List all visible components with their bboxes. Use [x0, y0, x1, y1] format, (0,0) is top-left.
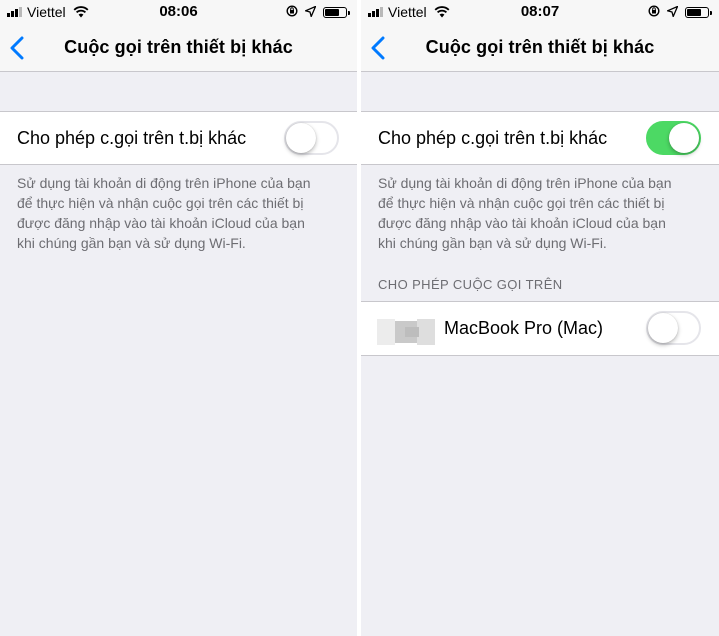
description-line: được đăng nhập vào tài khoản iCloud của …	[378, 215, 666, 231]
orientation-lock-icon	[648, 4, 660, 20]
status-bar: Viettel 08:06	[0, 0, 357, 24]
page-title: Cuộc gọi trên thiết bị khác	[425, 37, 655, 57]
toggle-knob	[648, 313, 678, 343]
page-title: Cuộc gọi trên thiết bị khác	[64, 37, 293, 57]
battery-icon	[323, 6, 350, 18]
status-bar: Viettel 08:07	[361, 0, 719, 24]
allow-calls-row: Cho phép c.gọi trên t.bị khác	[0, 111, 357, 165]
description-line: Sử dụng tài khoản di động trên iPhone củ…	[378, 175, 672, 191]
device-icon	[377, 319, 439, 345]
allow-calls-description: Sử dụng tài khoản di động trên iPhone củ…	[378, 173, 707, 253]
navigation-bar: Cuộc gọi trên thiết bị khác	[361, 24, 719, 72]
navigation-bar: Cuộc gọi trên thiết bị khác	[0, 24, 357, 72]
left-phone-screen: Viettel 08:06 Cuộc gọi trên thiết bị khá…	[0, 0, 357, 636]
allow-calls-row: Cho phép c.gọi trên t.bị khác	[361, 111, 719, 165]
battery-icon	[685, 6, 712, 18]
toggle-knob	[669, 123, 699, 153]
device-label: MacBook Pro (Mac)	[444, 318, 604, 338]
description-line: khi chúng gần bạn và sử dụng Wi-Fi.	[17, 235, 246, 251]
device-toggle[interactable]	[646, 311, 701, 345]
comparison-screenshot: Viettel 08:06 Cuộc gọi trên thiết bị khá…	[0, 0, 719, 636]
description-line: khi chúng gần bạn và sử dụng Wi-Fi.	[378, 235, 607, 251]
location-icon	[666, 4, 679, 20]
right-phone-screen: Viettel 08:07 Cuộc gọi trên thiết bị khá…	[361, 0, 719, 636]
allow-calls-label: Cho phép c.gọi trên t.bị khác	[17, 128, 247, 148]
orientation-lock-icon	[286, 4, 298, 20]
allow-calls-label: Cho phép c.gọi trên t.bị khác	[378, 128, 608, 148]
allow-calls-toggle[interactable]	[284, 121, 339, 155]
description-line: được đăng nhập vào tài khoản iCloud của …	[17, 215, 305, 231]
section-header: CHO PHÉP CUỘC GỌI TRÊN	[378, 277, 563, 292]
allow-calls-description: Sử dụng tài khoản di động trên iPhone củ…	[17, 173, 345, 253]
description-line: để thực hiện và nhận cuộc gọi trên các t…	[378, 195, 665, 211]
toggle-knob	[286, 123, 316, 153]
allow-calls-toggle[interactable]	[646, 121, 701, 155]
description-line: để thực hiện và nhận cuộc gọi trên các t…	[17, 195, 304, 211]
description-line: Sử dụng tài khoản di động trên iPhone củ…	[17, 175, 311, 191]
location-icon	[304, 4, 317, 20]
device-row: MacBook Pro (Mac)	[361, 301, 719, 356]
